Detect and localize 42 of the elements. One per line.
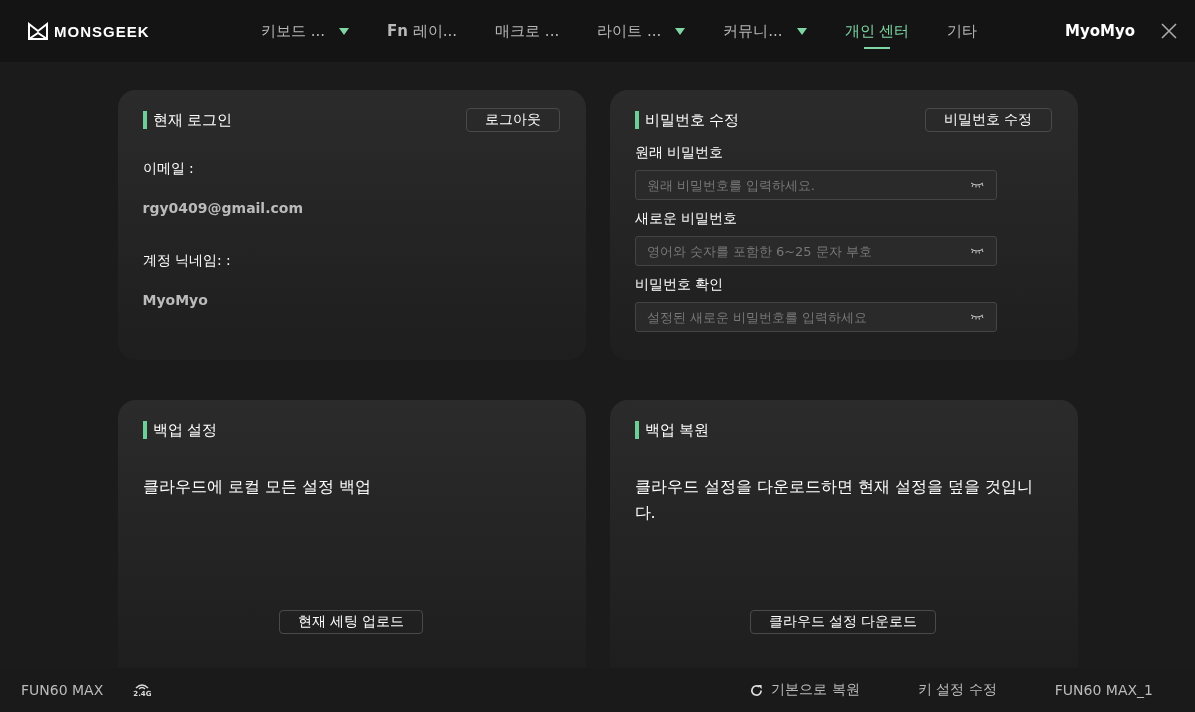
- logout-button[interactable]: 로그아웃: [465, 108, 560, 132]
- change-password-button[interactable]: 비밀번호 수정: [925, 108, 1052, 132]
- description-text: 클라우드 설정을 다운로드하면 현재 설정을 덮을 것입니다.: [634, 476, 1034, 524]
- nav-tab[interactable]: 라이트 ...: [578, 0, 705, 62]
- password-field[interactable]: 설정된 새로운 비밀번호를 입력하세요: [634, 302, 997, 332]
- card-title: 비밀번호 수정: [634, 111, 740, 129]
- eye-closed-icon[interactable]: [969, 314, 984, 320]
- nav-tab[interactable]: 기타: [928, 0, 997, 62]
- card-title: 백업 복원: [634, 421, 710, 439]
- field-label: 비밀번호 확인: [634, 276, 724, 294]
- key-settings-link[interactable]: 키 설정 수정: [917, 681, 997, 699]
- card-title: 백업 설정: [142, 421, 218, 439]
- nav-tab[interactable]: 매크로 ...: [476, 0, 579, 62]
- reset-button[interactable]: 기본으로 복원: [750, 681, 860, 699]
- field-label: 이메일 :: [142, 160, 195, 178]
- caret-icon: [796, 27, 807, 35]
- close-icon[interactable]: [1161, 23, 1177, 39]
- field-label: 새로운 비밀번호: [634, 210, 738, 228]
- field-label: 원래 비밀번호: [634, 144, 724, 162]
- username: MyoMyo: [1064, 22, 1135, 40]
- upload-button[interactable]: 현재 세팅 업로드: [278, 610, 424, 634]
- caret-icon: [675, 27, 686, 35]
- password-field[interactable]: 원래 비밀번호를 입력하세요.: [634, 170, 997, 200]
- card-title: 현재 로그인: [142, 111, 233, 129]
- eye-closed-icon[interactable]: [969, 248, 984, 254]
- nav-tab[interactable]: 키보드 ...: [242, 0, 369, 62]
- nav-tab[interactable]: 개인 센터: [825, 0, 929, 62]
- logo-wordmark: MONSGEEK: [54, 22, 150, 40]
- logo-icon: [28, 22, 48, 40]
- field-value: rgy0409@gmail.com: [142, 200, 304, 216]
- field-label: 계정 닉네임: :: [142, 252, 232, 270]
- download-button[interactable]: 클라우드 설정 다운로드: [749, 610, 937, 634]
- description-text: 클라우드에 로컬 모든 설정 백업: [142, 476, 372, 498]
- refresh-icon: [750, 683, 764, 697]
- field-value: MyoMyo: [142, 292, 209, 308]
- eye-closed-icon[interactable]: [969, 182, 984, 188]
- caret-icon: [339, 27, 350, 35]
- password-field[interactable]: 영어와 숫자를 포함한 6~25 문자 부호: [634, 236, 997, 266]
- nav-tab[interactable]: Fn 레이...: [368, 0, 477, 62]
- device-name: FUN60 MAX: [21, 682, 104, 698]
- profile-selector[interactable]: FUN60 MAX_1: [1054, 682, 1153, 698]
- nav-tab[interactable]: 커뮤니...: [704, 0, 826, 62]
